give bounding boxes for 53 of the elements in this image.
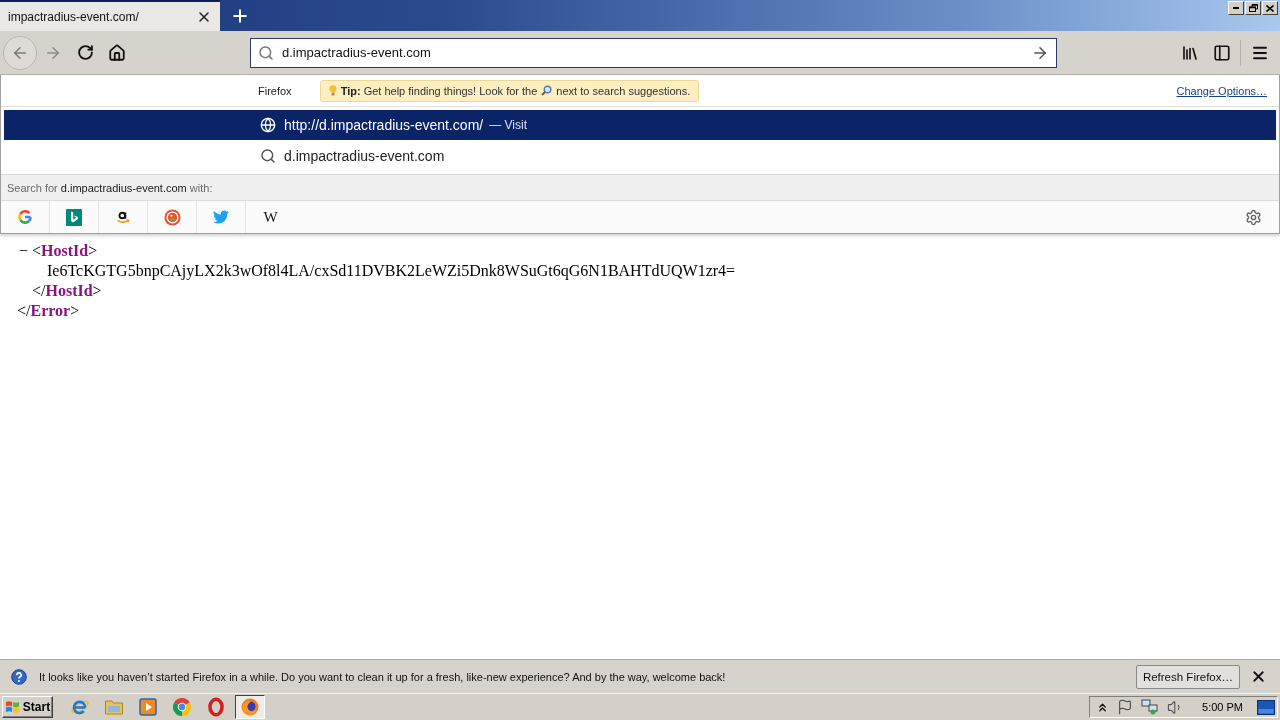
search-icon — [260, 147, 276, 164]
flag-icon[interactable] — [1117, 699, 1134, 715]
magnifier-icon — [541, 85, 553, 96]
settings-icon — [1244, 208, 1262, 226]
xml-open-tag: <HostId> — [32, 242, 98, 259]
bird-icon — [213, 210, 229, 224]
xml-close-tag: </HostId> — [32, 282, 102, 299]
start-button[interactable]: Start — [2, 696, 53, 718]
g-logo-icon — [17, 209, 33, 225]
suggestion-text: d.impactradius-event.com — [284, 147, 445, 164]
search-for-label: Search for d.impactradius-event.com with: — [7, 181, 213, 194]
globe-icon — [260, 117, 276, 133]
close-icon — [1266, 4, 1274, 12]
folder-icon — [104, 698, 124, 716]
close-button[interactable] — [1262, 1, 1278, 15]
notification-message: It looks like you haven’t started Firefox in a while. Do you want to clean it up for a fresh, like-new experience? And by the way, welcome back! — [39, 670, 726, 683]
suggestion-text: http://d.impactradius-event.com/ — [284, 117, 484, 133]
xml-close-tag: </Error> — [17, 302, 80, 319]
close-icon[interactable] — [1250, 668, 1267, 685]
four-pane-logo-icon — [4, 700, 20, 714]
b-logo-icon — [66, 208, 82, 226]
tip-text: next to search suggestions. — [556, 84, 691, 97]
suggestion-action: — Visit — [489, 118, 527, 132]
segmented-ring-logo-icon — [173, 698, 191, 716]
dot-ring-logo-icon — [163, 208, 181, 226]
network-icon[interactable] — [1141, 699, 1160, 715]
restore-icon — [1248, 4, 1258, 12]
a-smile-logo-icon — [115, 209, 131, 225]
help-icon — [11, 668, 27, 685]
tip-text: Tip: Get help finding things! Look for the — [340, 84, 538, 97]
lightbulb-icon — [328, 85, 337, 96]
library-icon — [1181, 43, 1199, 62]
play-tile-icon — [139, 698, 157, 716]
reload-icon — [76, 44, 94, 61]
o-logo-icon — [208, 697, 224, 717]
minimize-icon — [1233, 7, 1239, 9]
search-engine-label: Firefox — [258, 84, 292, 97]
address-field[interactable]: d.impactradius-event.com — [250, 37, 1057, 68]
xml-text: Ie6TcKGTG5bnpCAjyLX2k3wOf8l4LA/cxSd11DVBK2LeWZi5Dnk8WSuGt6qG6N1BAHTdUQW1zr4= — [47, 261, 736, 281]
browser-tab[interactable]: impactradius-event.com/ — [0, 0, 220, 31]
refresh-firefox-button[interactable]: Refresh Firefox… — [1135, 664, 1240, 689]
clock: 5:00 PM — [1202, 701, 1243, 713]
home-icon — [108, 43, 126, 62]
collapse-toggle[interactable]: − — [19, 241, 32, 261]
taskbar-app-button[interactable] — [235, 695, 265, 719]
search-icon — [258, 44, 274, 61]
show-desktop-icon[interactable] — [1257, 699, 1275, 715]
sidebar-icon — [1213, 43, 1231, 62]
orb-logo-icon — [240, 697, 260, 717]
suggestion-row[interactable]: http://d.impactradius-event.com/ — Visit — [4, 110, 1276, 140]
minimize-button[interactable] — [1228, 1, 1244, 15]
change-options-link[interactable]: Change Options… — [1176, 84, 1267, 97]
restore-button[interactable] — [1245, 1, 1261, 15]
